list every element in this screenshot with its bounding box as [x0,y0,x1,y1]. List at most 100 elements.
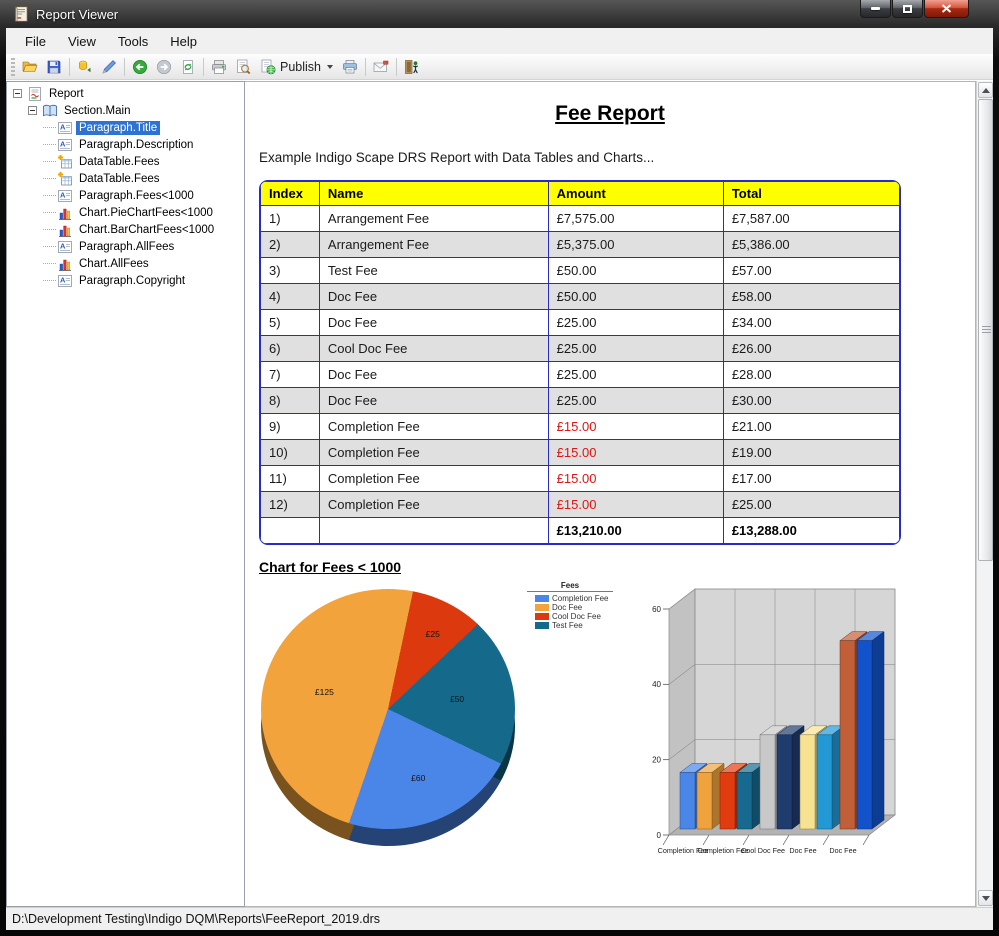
cell-amount: £25.00 [548,388,723,414]
publish-button[interactable]: Publish [255,56,338,78]
report-description: Example Indigo Scape DRS Report with Dat… [259,150,961,165]
tree-item-paragraph-copyright[interactable]: AParagraph.Copyright [7,272,244,289]
close-button[interactable] [924,0,969,18]
cell-amount: £15.00 [548,466,723,492]
bar [777,735,792,829]
menu-tools[interactable]: Tools [107,30,159,53]
table-row: 5)Doc Fee£25.00£34.00 [261,310,900,336]
tree-item-datatable-fees[interactable]: DataTable.Fees [7,153,244,170]
paragraph-icon: A [57,273,73,289]
tree-item-label: Report [46,87,87,101]
connect-button[interactable] [73,56,97,78]
tree-connector [43,229,56,230]
print-button[interactable] [207,56,231,78]
email-button[interactable] [369,56,393,78]
tree-item-datatable-fees[interactable]: DataTable.Fees [7,170,244,187]
back-button[interactable] [128,56,152,78]
cell-total: £5,386.00 [723,232,899,258]
scroll-up-icon [982,88,990,93]
tree-item-section-main[interactable]: Section.Main [7,102,244,119]
bar [857,641,872,829]
cell-index: 3) [261,258,320,284]
tree-connector [43,263,56,264]
tree-item-chart-allfees[interactable]: Chart.AllFees [7,255,244,272]
tree-item-paragraph-title[interactable]: AParagraph.Title [7,119,244,136]
tree-item-report[interactable]: Report [7,85,244,102]
refresh-icon [180,59,196,75]
fax-button[interactable] [338,56,362,78]
paragraph-icon: A [57,137,73,153]
table-row: 7)Doc Fee£25.00£28.00 [261,362,900,388]
tree-item-paragraph-fees-1000[interactable]: AParagraph.Fees<1000 [7,187,244,204]
table-row: 4)Doc Fee£50.00£58.00 [261,284,900,310]
toolbar-separator [203,58,204,76]
tree-item-paragraph-description[interactable]: AParagraph.Description [7,136,244,153]
toolbar-separator [124,58,125,76]
legend-title: Fees [527,581,613,592]
table-row: 11)Completion Fee£15.00£17.00 [261,466,900,492]
cell-name: Doc Fee [319,284,548,310]
report-page: Fee Report Example Indigo Scape DRS Repo… [245,81,976,907]
menu-view[interactable]: View [57,30,107,53]
app-icon [12,5,30,23]
app-window: Report Viewer File View Tools Help Publi… [0,0,999,936]
forward-button[interactable] [152,56,176,78]
tree-item-label: Chart.PieChartFees<1000 [76,206,216,220]
cell-amount: £15.00 [548,414,723,440]
cell-total: £19.00 [723,440,899,466]
pie-chart: £25£50£60£125 [261,589,521,861]
charts-area: £25£50£60£125 FeesCompletion FeeDoc FeeC… [259,581,961,881]
table-row: 1)Arrangement Fee£7,575.00£7,587.00 [261,206,900,232]
close-icon [941,4,952,13]
tree-item-chart-barchartfees-1000[interactable]: Chart.BarChartFees<1000 [7,221,244,238]
tree-item-label: DataTable.Fees [76,155,163,169]
tree-item-chart-piechartfees-1000[interactable]: Chart.PieChartFees<1000 [7,204,244,221]
refresh-button[interactable] [176,56,200,78]
table-row: 8)Doc Fee£25.00£30.00 [261,388,900,414]
cell-index: 2) [261,232,320,258]
tree-expander-icon[interactable] [28,106,37,115]
cell-total: £57.00 [723,258,899,284]
vertical-scrollbar[interactable] [976,81,993,907]
scroll-down-button[interactable] [978,890,993,906]
maximize-button[interactable] [892,0,923,18]
scroll-up-button[interactable] [978,82,993,98]
legend-label: Completion Fee [552,594,608,603]
tree-connector [43,280,56,281]
fax-icon [342,59,358,75]
svg-text:A: A [60,275,66,284]
scrollbar-thumb[interactable] [978,99,993,561]
datatable-icon [57,171,73,187]
report-title: Fee Report [259,102,961,126]
cell-amount: £15.00 [548,440,723,466]
window-frame: File View Tools Help Publish ReportSecti… [6,28,993,930]
cell-index: 1) [261,206,320,232]
open-button[interactable] [18,56,42,78]
total-total: £13,288.00 [723,518,899,544]
chart-icon [57,222,73,238]
chart-icon [57,256,73,272]
cell-total: £7,587.00 [723,206,899,232]
save-button[interactable] [42,56,66,78]
exit-icon [404,59,420,75]
tree-connector [43,161,56,162]
exit-button[interactable] [400,56,424,78]
tree-item-label: Paragraph.Description [76,138,196,152]
toolbar-grip[interactable] [11,58,15,76]
menu-file[interactable]: File [14,30,57,53]
menu-help[interactable]: Help [159,30,208,53]
tree-item-label: DataTable.Fees [76,172,163,186]
preview-button[interactable] [231,56,255,78]
cell-name: Completion Fee [319,440,548,466]
pen-button[interactable] [97,56,121,78]
statusbar: D:\Development Testing\Indigo DQM\Report… [6,907,993,930]
cell-name: Arrangement Fee [319,206,548,232]
column-header: Index [261,182,320,206]
cell-index: 12) [261,492,320,518]
minimize-button[interactable] [860,0,891,18]
cell-amount: £50.00 [548,284,723,310]
pie-surface [261,589,515,829]
cell-index: 11) [261,466,320,492]
tree-expander-icon[interactable] [13,89,22,98]
tree-item-paragraph-allfees[interactable]: AParagraph.AllFees [7,238,244,255]
